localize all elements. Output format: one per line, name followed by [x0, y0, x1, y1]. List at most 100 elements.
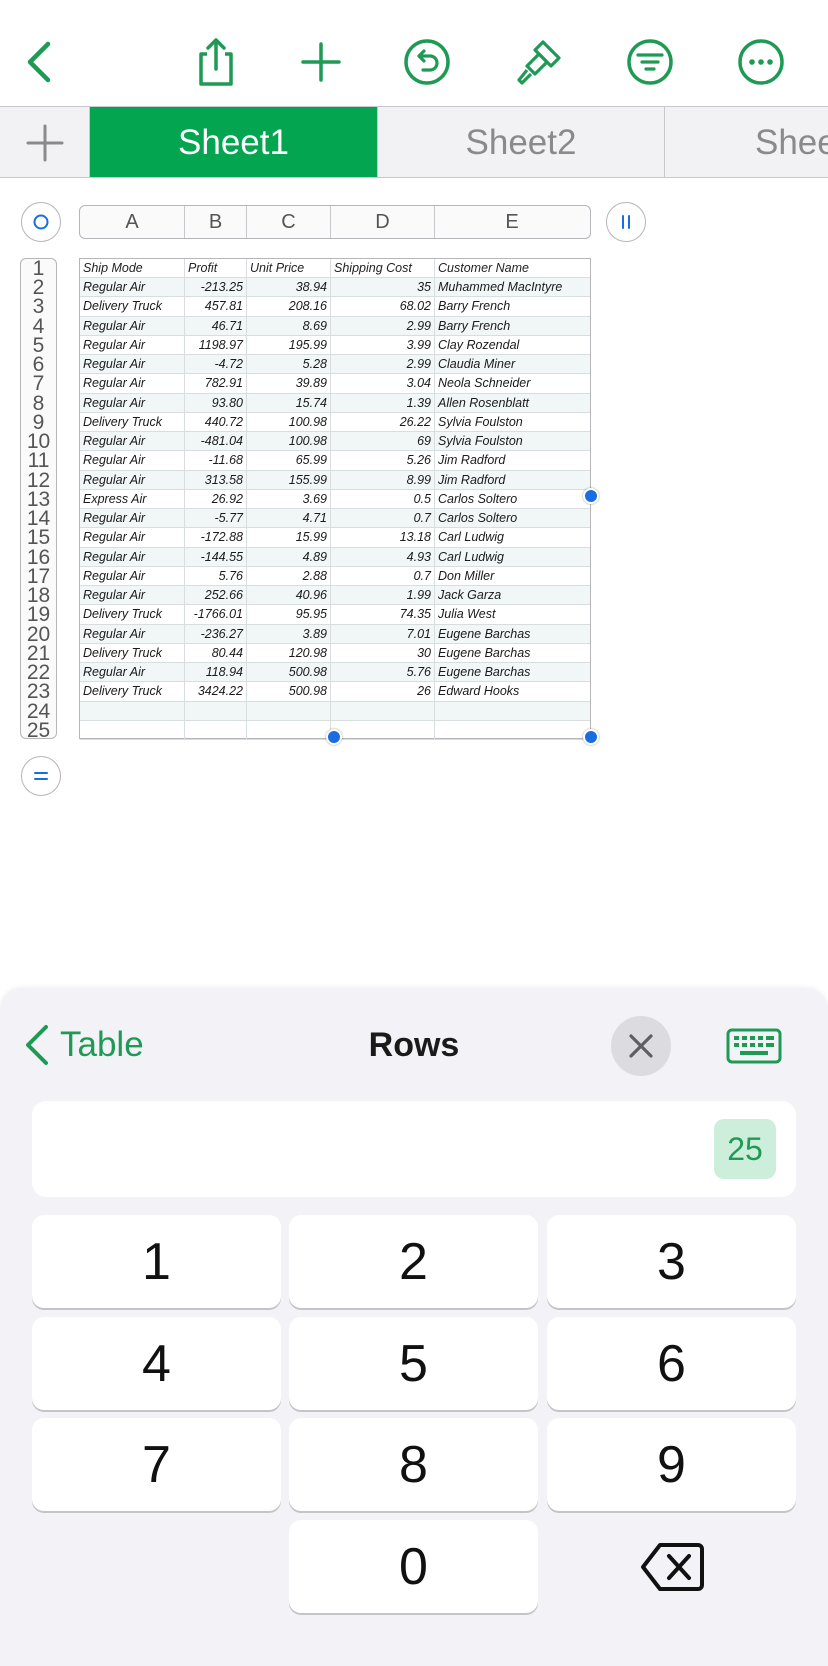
table-cell[interactable]: Carlos Soltero	[435, 490, 590, 508]
table-cell[interactable]: 46.71	[185, 316, 247, 335]
table-cell[interactable]: Regular Air	[80, 451, 185, 470]
table-cell[interactable]	[185, 701, 247, 720]
column-letter[interactable]: E	[435, 206, 589, 238]
table-cell[interactable]: 500.98	[247, 682, 331, 701]
table-cell[interactable]: 65.99	[247, 451, 331, 470]
table-row[interactable]: Regular Air -11.68 65.99 5.26 Jim Radford	[80, 451, 590, 471]
table-cell[interactable]: 30	[331, 643, 435, 663]
table-cell[interactable]: 26.22	[331, 412, 435, 432]
table-cell[interactable]: 1.39	[331, 393, 435, 412]
table-cell[interactable]: Regular Air	[80, 566, 185, 586]
table-cell[interactable]: 3424.22	[185, 682, 247, 701]
table-cell[interactable]: -236.27	[185, 624, 247, 643]
table-cell[interactable]: Muhammed MacIntyre	[435, 278, 590, 296]
undo-button[interactable]	[399, 34, 455, 90]
add-row-button[interactable]	[21, 756, 61, 796]
table-cell[interactable]: Regular Air	[80, 316, 185, 335]
table-cell[interactable]: 0.7	[331, 566, 435, 586]
table-cell[interactable]: 313.58	[185, 470, 247, 489]
column-letter[interactable]: C	[247, 206, 331, 238]
row-header-bar[interactable]: 1 2 3 4 5 6 7 8 9 10 11 12 13 14 15 16 17 18 19 20 21 22 23 24 2…	[20, 258, 57, 741]
column-letter[interactable]: D	[331, 206, 435, 238]
row-number[interactable]: 12	[21, 469, 56, 490]
tab-sheet2[interactable]: Sheet2	[378, 107, 665, 177]
header-cell[interactable]: Unit Price	[247, 259, 331, 278]
table-cell[interactable]: Edward Hooks	[435, 682, 590, 700]
column-letter[interactable]: A	[80, 206, 185, 238]
rows-value-field[interactable]: 25	[32, 1101, 796, 1197]
table-cell[interactable]: 68.02	[331, 297, 435, 316]
table-row[interactable]: Delivery Truck 80.44 120.98 30 Eugene Barcha…	[80, 643, 590, 664]
table-cell[interactable]: Eugene Barchas	[435, 625, 590, 643]
key-0[interactable]: 0	[289, 1520, 538, 1613]
resize-handle-right[interactable]	[583, 488, 599, 504]
table-cell[interactable]: 38.94	[247, 278, 331, 297]
close-button[interactable]	[611, 1016, 671, 1076]
table-cell[interactable]: Jim Radford	[435, 471, 590, 489]
header-row[interactable]: Ship Mode Profit Unit Price Shipping Cost Cu…	[80, 259, 590, 279]
table-cell[interactable]: 93.80	[185, 393, 247, 412]
table-cell[interactable]: 118.94	[185, 663, 247, 682]
table-row[interactable]: Regular Air 5.76 2.88 0.7 Don Miller	[80, 566, 590, 587]
table-cell[interactable]	[80, 701, 185, 720]
table-cell[interactable]: Delivery Truck	[80, 297, 185, 316]
table-row[interactable]: Express Air 26.92 3.69 0.5 Carlos Soltero	[80, 489, 590, 510]
table-cell[interactable]: 74.35	[331, 605, 435, 624]
select-table-button[interactable]	[21, 202, 61, 242]
table-cell[interactable]: Delivery Truck	[80, 682, 185, 701]
table-cell[interactable]: Eugene Barchas	[435, 644, 590, 662]
table-cell[interactable]: 26.92	[185, 489, 247, 509]
table-cell[interactable]: Jack Garza	[435, 586, 590, 604]
table-cell[interactable]: Regular Air	[80, 528, 185, 547]
table-cell[interactable]	[435, 702, 590, 720]
add-column-button[interactable]	[606, 202, 646, 242]
table-cell[interactable]	[435, 721, 590, 739]
table-cell[interactable]: Claudia Miner	[435, 355, 590, 373]
table-cell[interactable]: Sylvia Foulston	[435, 413, 590, 431]
table-cell[interactable]: 2.99	[331, 316, 435, 335]
share-button[interactable]	[188, 34, 244, 90]
keyboard-icon[interactable]	[726, 1028, 782, 1064]
row-number[interactable]: 3	[21, 296, 56, 317]
table-row[interactable]: Regular Air -144.55 4.89 4.93 Carl Ludwig	[80, 547, 590, 567]
table-cell[interactable]: Delivery Truck	[80, 605, 185, 624]
table-row[interactable]	[80, 701, 590, 721]
table-cell[interactable]: Jim Radford	[435, 451, 590, 469]
table-cell[interactable]	[247, 720, 331, 739]
table-cell[interactable]: Barry French	[435, 317, 590, 335]
table-cell[interactable]: Regular Air	[80, 278, 185, 297]
table-cell[interactable]: 155.99	[247, 470, 331, 489]
row-number[interactable]: 19	[21, 604, 56, 625]
key-7[interactable]: 7	[32, 1418, 281, 1511]
table-cell[interactable]	[331, 720, 435, 739]
key-2[interactable]: 2	[289, 1215, 538, 1308]
table-cell[interactable]: 5.28	[247, 355, 331, 374]
table-cell[interactable]: Regular Air	[80, 509, 185, 528]
table-cell[interactable]: Regular Air	[80, 663, 185, 682]
table-row[interactable]: Regular Air 252.66 40.96 1.99 Jack Garza	[80, 586, 590, 606]
table-cell[interactable]: 4.71	[247, 509, 331, 528]
column-letter[interactable]: B	[185, 206, 247, 238]
table-cell[interactable]: Delivery Truck	[80, 412, 185, 432]
add-sheet-button[interactable]	[0, 107, 90, 177]
row-number[interactable]: 16	[21, 546, 56, 567]
table-cell[interactable]: Regular Air	[80, 547, 185, 566]
delete-button[interactable]	[547, 1520, 796, 1613]
table-cell[interactable]: 782.91	[185, 374, 247, 393]
table-cell[interactable]: 2.88	[247, 566, 331, 586]
table-cell[interactable]: 208.16	[247, 297, 331, 316]
format-button[interactable]	[511, 34, 567, 90]
table-row[interactable]: Regular Air 782.91 39.89 3.04 Neola Schneide…	[80, 374, 590, 394]
column-header-bar[interactable]: A B C D E	[79, 205, 591, 239]
table-cell[interactable]: -481.04	[185, 432, 247, 451]
table-cell[interactable]: -213.25	[185, 278, 247, 297]
row-number[interactable]: 23	[21, 681, 56, 702]
header-cell[interactable]: Profit	[185, 259, 247, 278]
table-cell[interactable]: 100.98	[247, 432, 331, 451]
table-cell[interactable]	[80, 720, 185, 739]
table-row[interactable]: Regular Air 93.80 15.74 1.39 Allen Rosenblat…	[80, 393, 590, 413]
table-cell[interactable]: -144.55	[185, 547, 247, 566]
resize-handle-bottom[interactable]	[326, 729, 342, 745]
table-cell[interactable]: Regular Air	[80, 335, 185, 355]
table-cell[interactable]: Carlos Soltero	[435, 509, 590, 527]
